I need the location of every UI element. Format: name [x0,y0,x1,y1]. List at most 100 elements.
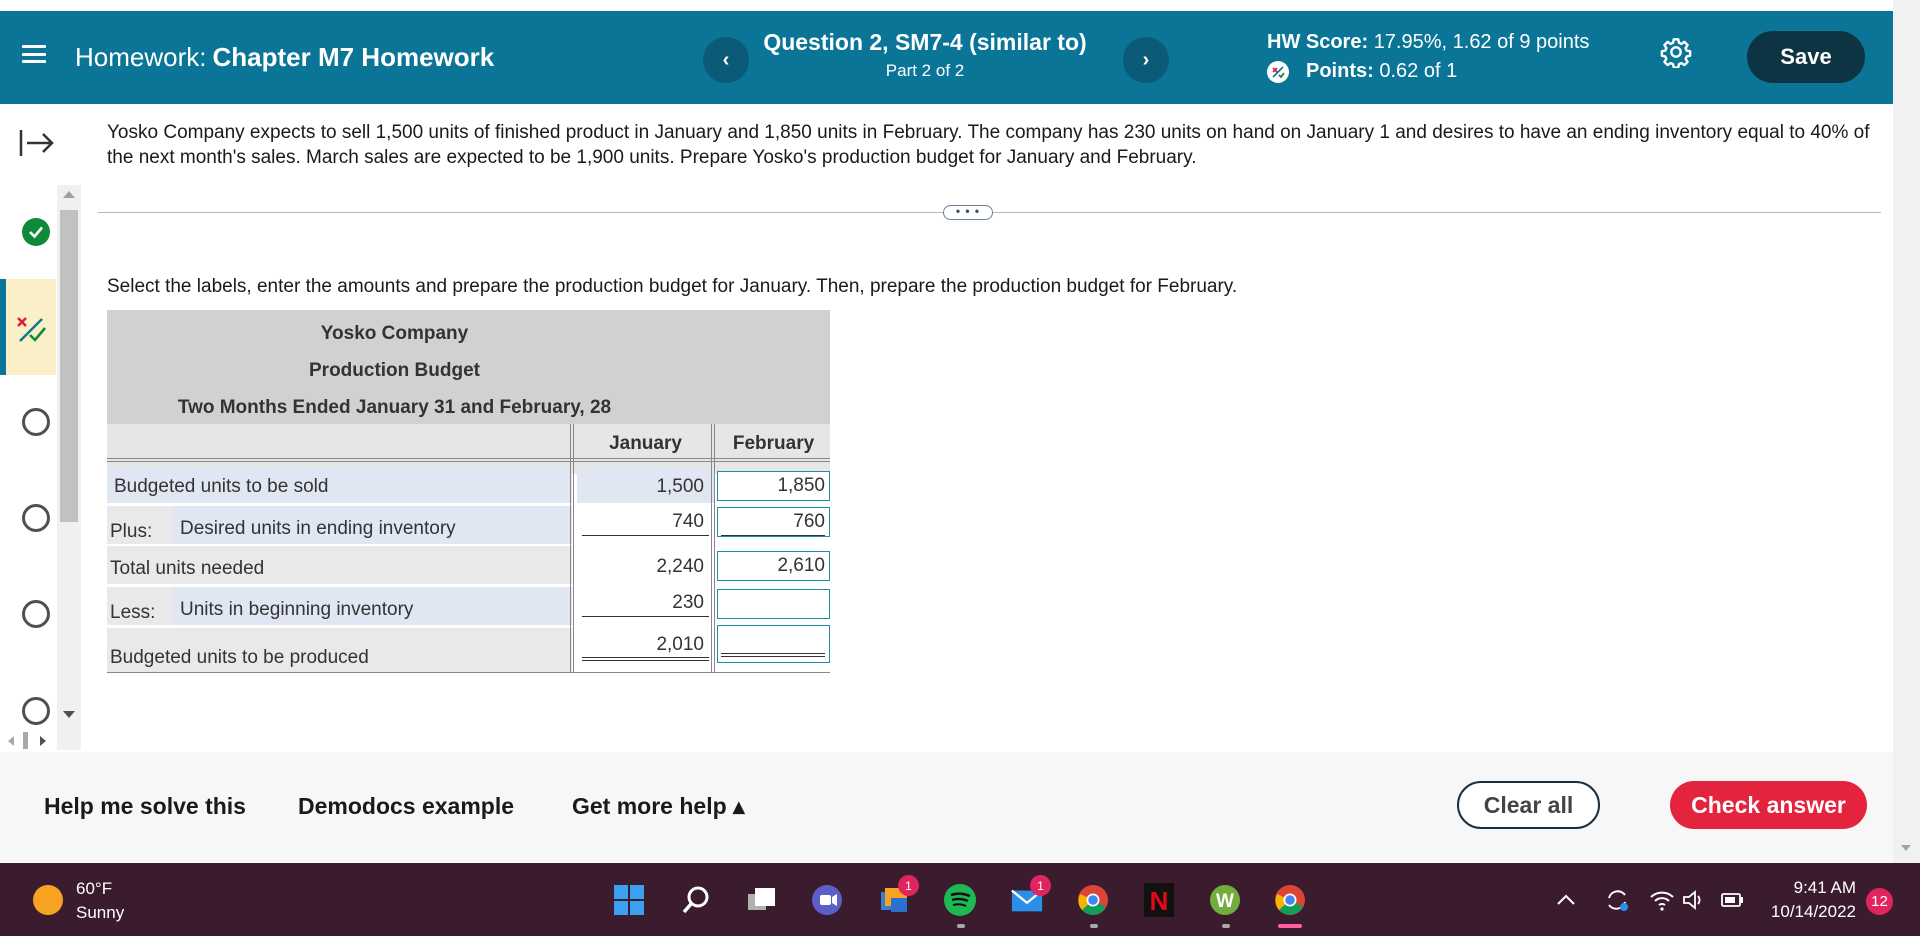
column-separator [570,424,574,673]
weather-temperature[interactable]: 60°F [76,879,112,899]
double-underline [721,653,825,657]
question-list-scroll-thumb[interactable] [60,210,78,522]
feb-budgeted-units-sold-input[interactable] [717,471,830,501]
feb-beginning-inventory-input[interactable] [717,589,830,619]
chrome-icon[interactable] [1273,883,1307,917]
spotify-running-indicator [957,924,965,928]
save-button[interactable]: Save [1747,31,1865,83]
scroll-right-arrow-icon[interactable] [40,736,46,746]
production-budget-table: Yosko Company Production Budget Two Mont… [107,310,830,673]
notification-count-badge[interactable]: 12 [1866,888,1893,915]
double-underline [582,657,709,661]
budget-title: Production Budget [309,360,480,381]
hw-score-label: HW Score: [1267,31,1369,53]
chrome-profile-running-indicator [1090,924,1098,928]
help-me-solve-link[interactable]: Help me solve this [44,793,246,820]
expand-sidebar-icon[interactable] [18,126,56,160]
demodocs-example-link[interactable]: Demodocs example [298,793,514,820]
question-6-status-icon[interactable] [22,697,50,725]
scroll-handle-icon[interactable] [23,732,28,749]
scroll-up-arrow-icon[interactable] [63,191,75,198]
question-1-correct-icon[interactable] [22,218,50,246]
hw-score-value: 17.95%, 1.62 of 9 points [1373,31,1590,53]
search-icon[interactable] [680,883,714,917]
header-separator [107,458,830,462]
netflix-icon[interactable]: N [1142,883,1176,917]
chrome-active-indicator [1278,924,1302,928]
jan-beginning-inventory[interactable]: 230 [582,592,709,614]
feb-desired-ending-inventory-input[interactable] [717,507,830,537]
scroll-down-arrow-icon[interactable] [63,711,75,718]
instruction-text: Select the labels, enter the amounts and… [107,276,1238,297]
menu-icon[interactable] [20,41,48,67]
expand-problem-button[interactable]: • • • [943,205,993,220]
scroll-left-arrow-icon[interactable] [8,736,14,746]
hw-score: HW Score: 17.95%, 1.62 of 9 points [1267,31,1589,54]
table-bottom-border [107,672,830,673]
label-budgeted-units-sold[interactable]: Budgeted units to be sold [114,476,328,498]
column-january: January [609,433,682,454]
question-footer [0,752,1893,863]
windows-start-icon[interactable] [612,883,646,917]
svg-text:W: W [1216,891,1234,912]
label-beginning-inventory[interactable]: Units in beginning inventory [180,599,413,621]
wallet-app-icon[interactable]: W [1208,883,1242,917]
next-question-button[interactable]: › [1123,37,1169,83]
prefix-less[interactable]: Less: [110,602,155,624]
mail-badge: 1 [1030,875,1051,896]
jan-total-units-needed[interactable]: 2,240 [582,556,709,578]
sidebar-horizontal-scroll[interactable] [0,728,80,752]
show-hidden-icons-chevron-icon[interactable] [1552,886,1580,914]
jan-budgeted-units-sold[interactable]: 1,500 [582,476,709,498]
chrome-profile-icon[interactable] [1076,883,1110,917]
question-3-status-icon[interactable] [22,408,50,436]
question-points: Points: 0.62 of 1 [1267,60,1457,83]
weather-condition[interactable]: Sunny [76,903,124,923]
clock-date[interactable]: 10/14/2022 [1740,902,1856,922]
top-strip [0,0,1920,11]
homework-name: Chapter M7 Homework [212,42,495,72]
page-scroll-down-icon[interactable] [1901,845,1911,851]
jan-budgeted-units-produced[interactable]: 2,010 [582,634,709,656]
wallet-running-indicator [1222,924,1230,928]
underline [582,616,709,617]
budget-company: Yosko Company [320,323,469,344]
underline [582,535,709,536]
points-value: 0.62 of 1 [1379,60,1458,82]
clear-all-button[interactable]: Clear all [1457,781,1600,829]
sync-icon[interactable] [1603,886,1631,914]
spotify-icon[interactable] [943,883,977,917]
clock-time[interactable]: 9:41 AM [1740,878,1856,898]
task-view-icon[interactable] [745,883,779,917]
question-2-partial-icon[interactable] [14,314,48,344]
label-desired-ending-inventory[interactable]: Desired units in ending inventory [180,518,456,540]
question-part: Part 2 of 2 [885,61,965,80]
underline [721,535,825,536]
feb-budgeted-units-produced-input[interactable] [717,625,830,663]
wifi-icon[interactable] [1648,886,1676,914]
chat-icon[interactable] [810,883,844,917]
weather-sun-icon[interactable] [33,885,63,915]
volume-icon[interactable] [1680,886,1708,914]
label-total-units-needed[interactable]: Total units needed [110,558,264,580]
get-more-help-link[interactable]: Get more help ▴ [572,793,745,820]
prefix-plus[interactable]: Plus: [110,521,152,543]
page-scrollbar[interactable] [1893,0,1920,863]
question-title: Question 2, SM7-4 (similar to) [763,29,1087,55]
question-5-status-icon[interactable] [22,600,50,628]
check-answer-button[interactable]: Check answer [1670,781,1867,829]
problem-statement: Yosko Company expects to sell 1,500 unit… [107,122,1870,168]
points-label: Points: [1306,60,1374,82]
label-budgeted-units-produced[interactable]: Budgeted units to be produced [110,647,369,669]
homework-title: Homework: Chapter M7 Homework [75,42,494,73]
column-separator [711,424,715,673]
assignment-header: Homework: Chapter M7 Homework ‹ Question … [0,11,1893,104]
feb-total-units-needed-input[interactable] [717,551,830,581]
jan-desired-ending-inventory[interactable]: 740 [582,511,709,533]
homework-prefix: Homework: [75,42,207,72]
partial-credit-icon [1267,60,1289,83]
question-4-status-icon[interactable] [22,504,50,532]
budget-period: Two Months Ended January 31 and February… [177,397,612,418]
column-february: February [732,433,815,454]
settings-gear-icon[interactable] [1660,36,1692,68]
